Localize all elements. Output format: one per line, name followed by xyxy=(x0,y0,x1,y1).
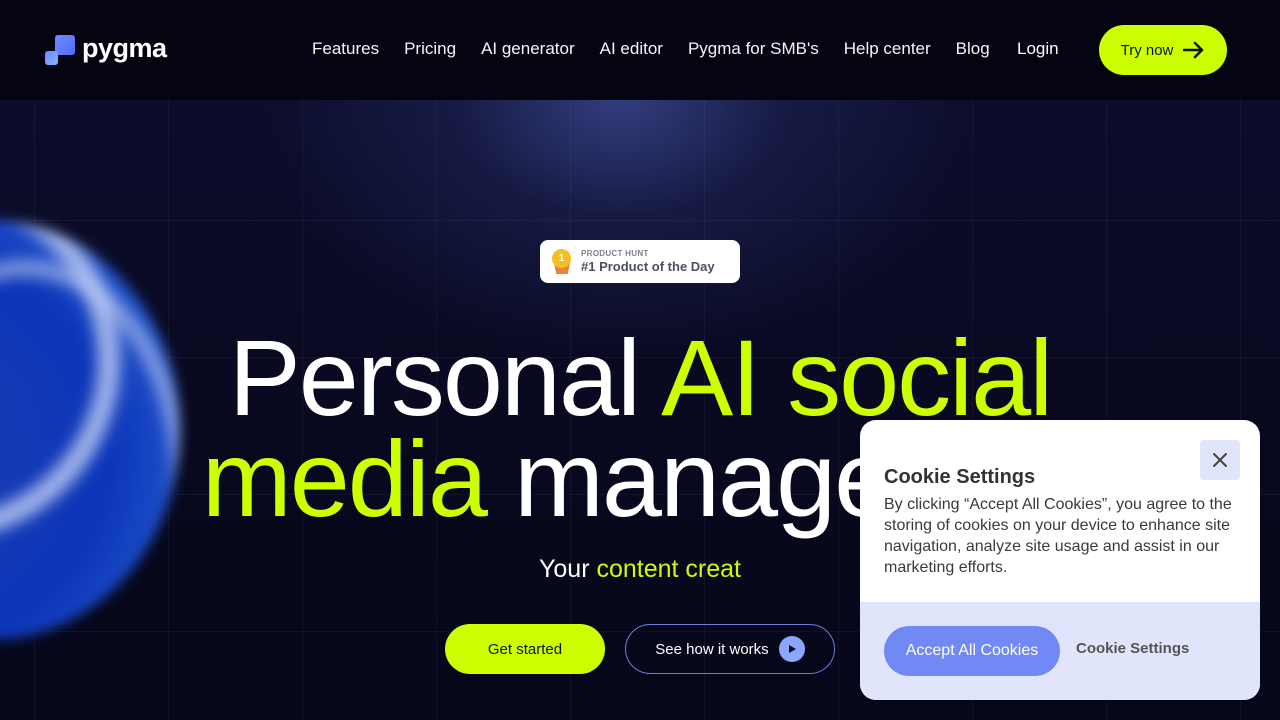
site-header: pygma Features Pricing AI generator AI e… xyxy=(0,0,1280,100)
nav-pygma-for-smb[interactable]: Pygma for SMB's xyxy=(688,39,819,59)
get-started-button[interactable]: Get started xyxy=(445,624,605,674)
close-button[interactable] xyxy=(1200,440,1240,480)
logo-text: pygma xyxy=(82,32,167,63)
cookie-banner: Cookie Settings By clicking “Accept All … xyxy=(860,420,1260,700)
see-how-label: See how it works xyxy=(655,640,769,658)
nav-ai-generator[interactable]: AI generator xyxy=(481,39,575,59)
product-hunt-badge[interactable]: 1 PRODUCT HUNT #1 Product of the Day xyxy=(540,240,740,283)
cookie-settings-button[interactable]: Cookie Settings xyxy=(1076,640,1189,657)
nav-blog[interactable]: Blog xyxy=(956,39,990,59)
nav-features[interactable]: Features xyxy=(312,39,379,59)
try-now-label: Try now xyxy=(1120,41,1174,59)
cookie-description: By clicking “Accept All Cookies”, you ag… xyxy=(884,496,1232,576)
nav-help-center[interactable]: Help center xyxy=(844,39,931,59)
nav-ai-editor[interactable]: AI editor xyxy=(600,39,663,59)
headline-line-1: Personal AI social xyxy=(0,324,1280,432)
nav-pricing[interactable]: Pricing xyxy=(404,39,456,59)
main-nav: Features Pricing AI generator AI editor … xyxy=(312,39,1015,59)
headline-media: media xyxy=(201,418,488,539)
cookie-actions: Accept All Cookies Cookie Settings xyxy=(860,602,1260,700)
logo-icon xyxy=(45,35,75,65)
logo[interactable]: pygma xyxy=(45,32,167,65)
play-icon xyxy=(778,636,805,662)
arrow-right-icon xyxy=(1183,41,1204,59)
accept-all-cookies-button[interactable]: Accept All Cookies xyxy=(884,626,1060,676)
badge-label-small: PRODUCT HUNT xyxy=(581,249,649,258)
medal-icon: 1 xyxy=(552,248,572,275)
see-how-it-works-button[interactable]: See how it works xyxy=(625,624,835,674)
close-icon xyxy=(1213,453,1227,467)
try-now-button[interactable]: Try now xyxy=(1099,25,1227,75)
cookie-title: Cookie Settings xyxy=(884,466,1036,488)
badge-label-big: #1 Product of the Day xyxy=(581,259,715,274)
login-link[interactable]: Login xyxy=(1017,39,1059,59)
